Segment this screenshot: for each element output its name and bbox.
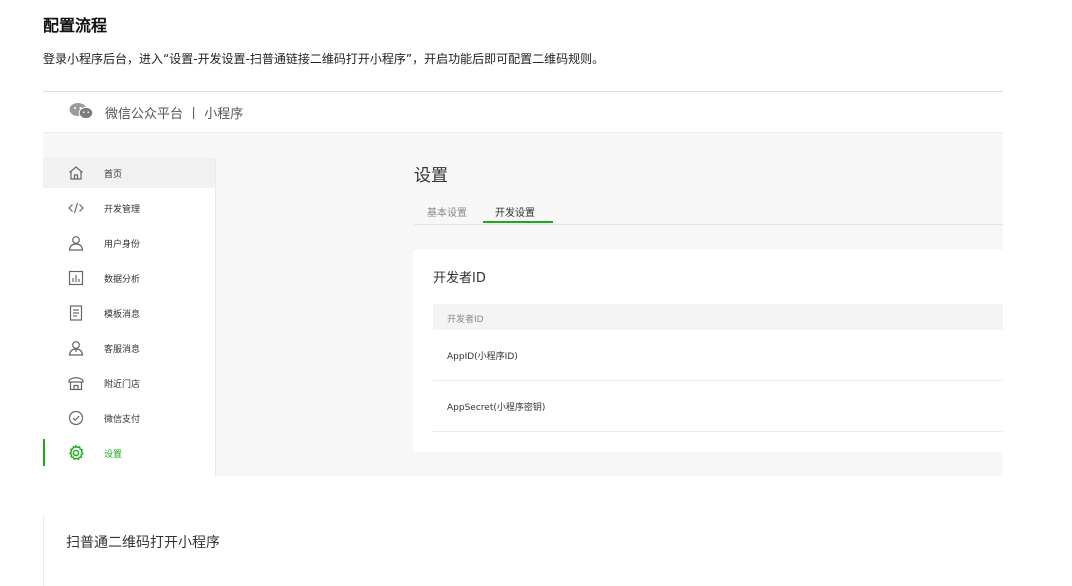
sidebar-item-label: 数据分析 [104,275,141,285]
sidebar-item-wechat-pay[interactable]: 微信支付 [43,403,215,433]
table-header-cell: 开发者ID [447,315,484,325]
card-title: 开发者ID [433,271,486,286]
active-tab-indicator [483,221,553,223]
tab-basic-settings[interactable]: 基本设置 [427,204,467,219]
payment-icon [68,410,84,426]
table-cell-appsecret: AppSecret(小程序密钥) [447,403,546,413]
user-icon [68,236,84,251]
section-title: 扫普通二维码打开小程序 [66,535,220,551]
sidebar-item-customer-service[interactable]: 客服消息 [43,333,215,363]
table-cell-appid: AppID(小程序ID) [447,352,518,362]
tab-dev-settings[interactable]: 开发设置 [495,204,535,219]
sidebar-item-label: 附近门店 [104,380,141,390]
admin-screenshot: 微信公众平台 丨 小程序 首页 开发管理 用户身份 数据分析 模板消息 客服消息… [43,91,1003,476]
section-divider [43,515,44,586]
code-icon [68,202,84,214]
settings-tabs: 基本设置 开发设置 [414,200,1003,225]
sidebar-item-settings[interactable]: 设置 [43,438,215,468]
sidebar-item-label: 开发管理 [104,205,141,215]
sidebar-item-data-analysis[interactable]: 数据分析 [43,263,215,293]
page-description: 登录小程序后台，进入“设置-开发设置-扫普通链接二维码打开小程序”，开启功能后即… [43,52,605,66]
document-icon [69,305,83,321]
sidebar-item-label: 客服消息 [104,345,141,355]
sidebar-item-user-identity[interactable]: 用户身份 [43,228,215,258]
home-icon [69,166,83,180]
sidebar-item-label: 用户身份 [104,240,141,250]
top-bar: 微信公众平台 丨 小程序 [43,92,1003,133]
sidebar-item-label: 首页 [104,170,123,180]
wechat-logo-icon [69,103,93,119]
table-row: AppSecret(小程序密钥) [433,381,1003,432]
page-title: 配置流程 [43,16,108,35]
chart-icon [68,270,84,286]
settings-title: 设置 [414,166,448,186]
platform-brand: 微信公众平台 丨 小程序 [105,107,244,122]
sidebar-item-home[interactable]: 首页 [43,158,215,188]
store-icon [68,377,84,391]
gear-icon [68,444,84,461]
table-row: AppID(小程序ID) [433,330,1003,381]
sidebar-item-label: 模板消息 [104,310,141,320]
sidebar-item-label: 设置 [104,450,123,460]
developer-id-card: 开发者ID 开发者ID AppID(小程序ID) AppSecret(小程序密钥… [413,250,1003,452]
sidebar-item-label: 微信支付 [104,415,141,425]
sidebar-item-nearby-stores[interactable]: 附近门店 [43,368,215,398]
customer-service-icon [68,341,84,356]
sidebar: 首页 开发管理 用户身份 数据分析 模板消息 客服消息 附近门店 微信支付 设置 [43,158,216,476]
sidebar-item-template-messages[interactable]: 模板消息 [43,298,215,328]
sidebar-item-dev-management[interactable]: 开发管理 [43,193,215,223]
table-header: 开发者ID [433,304,1003,330]
